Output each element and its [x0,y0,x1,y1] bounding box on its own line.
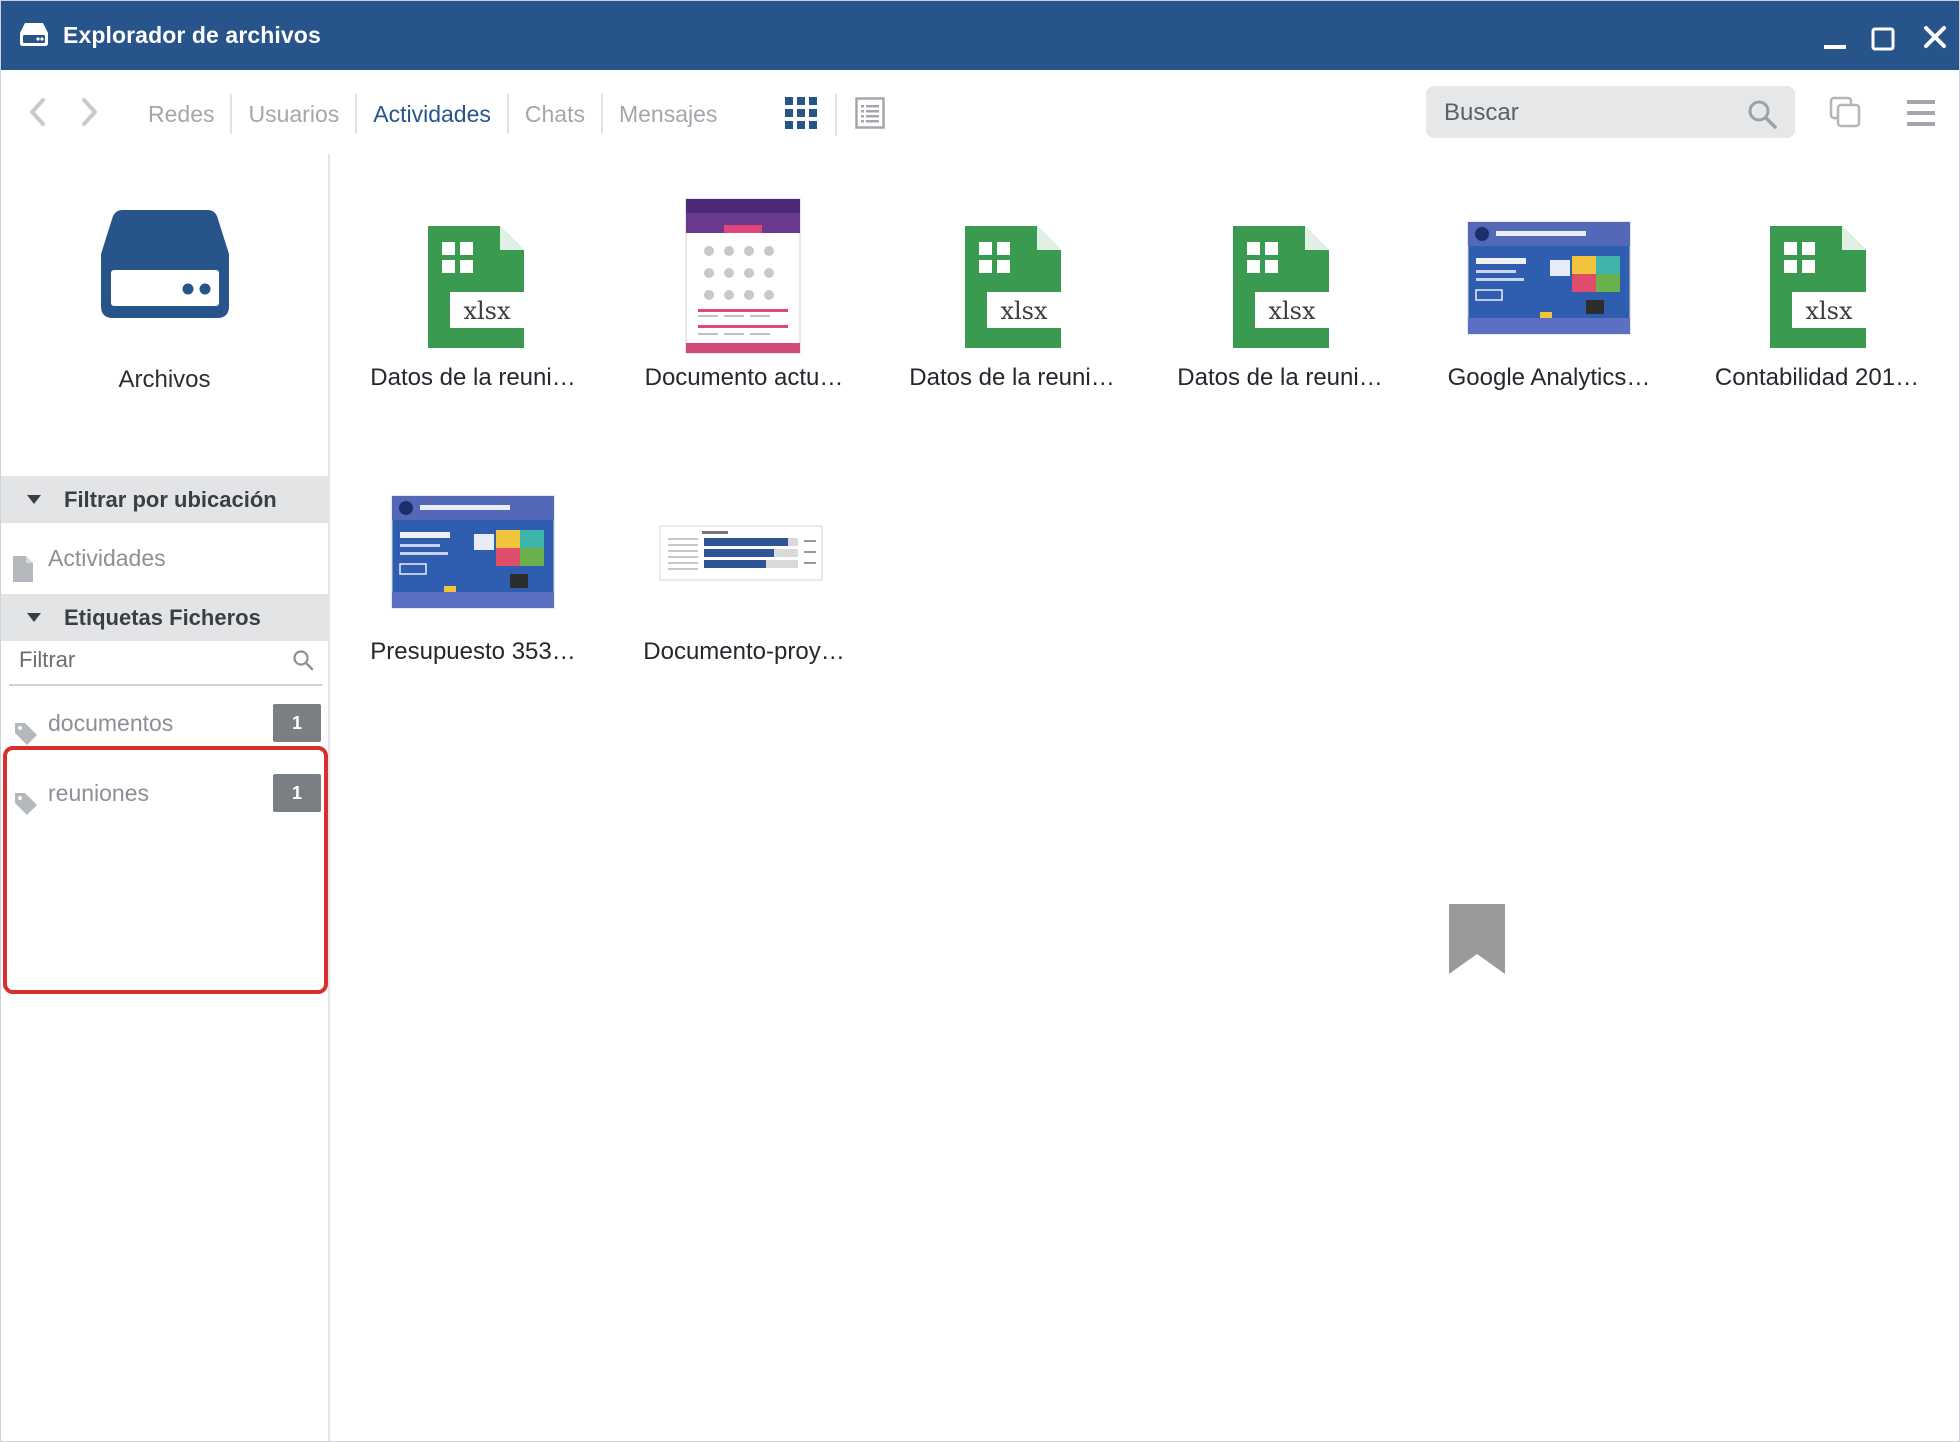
window-title: Explorador de archivos [63,22,321,48]
infographic-thumbnail-image [391,495,555,609]
tags-filter-box [9,636,322,686]
file-name: Datos de la reuni… [370,364,576,391]
file-thumbnail [343,428,603,628]
close-icon[interactable] [1923,25,1947,54]
drive-label[interactable]: Archivos [1,366,328,394]
xlsx-file-icon: xlsx [965,226,1061,348]
file-explorer-window: Explorador de archivos Redes Usuarios Ac… [0,0,1960,1442]
location-filter-header[interactable]: Filtrar por ubicación [1,476,328,523]
file-item[interactable]: Documento-proy… [614,428,874,678]
file-name: Google Analytics… [1447,364,1651,391]
svg-text:xlsx: xlsx [1000,297,1048,325]
file-item[interactable]: Presupuesto 353… [343,428,603,678]
file-thumbnail: xlsx [1687,154,1947,354]
file-thumbnail [1419,154,1679,354]
caret-down-icon [27,613,41,622]
tag-item-reuniones[interactable]: reuniones 1 [1,765,328,821]
back-arrow-icon[interactable] [27,97,49,132]
sidebar: Archivos Filtrar por ubicación Actividad… [1,154,330,1441]
file-thumbnail: xlsx [1150,154,1410,354]
caret-down-icon [27,495,41,504]
search-icon[interactable] [1747,99,1777,134]
section-tabs: Redes Usuarios Actividades Chats Mensaje… [132,92,733,136]
tags-filter-header[interactable]: Etiquetas Ficheros [1,594,328,641]
search-input[interactable] [1426,86,1746,140]
minimize-icon[interactable] [1824,31,1846,58]
file-thumbnail [614,154,874,354]
tab-actividades[interactable]: Actividades [357,94,509,134]
tab-mensajes[interactable]: Mensajes [603,94,733,134]
windows-icon[interactable] [1829,96,1861,133]
maximize-icon[interactable] [1871,27,1895,56]
tag-icon [13,781,39,837]
file-item[interactable]: xlsx Datos de la reuni… [343,154,603,404]
toolbar: Redes Usuarios Actividades Chats Mensaje… [1,70,1959,156]
view-separator [835,94,837,136]
tags-filter-title: Etiquetas Ficheros [64,605,261,630]
tab-usuarios[interactable]: Usuarios [232,94,358,134]
infographic-thumbnail-image [1467,221,1631,335]
xlsx-file-icon: xlsx [1770,226,1866,348]
menu-icon[interactable] [1907,100,1935,131]
file-thumbnail: xlsx [882,154,1142,354]
file-thumbnail: xlsx [343,154,603,354]
file-item[interactable]: xlsx Contabilidad 201… [1687,154,1947,404]
file-item[interactable]: Google Analytics… [1419,154,1679,404]
tab-redes[interactable]: Redes [132,94,233,134]
svg-text:xlsx: xlsx [1805,297,1853,325]
file-name: Datos de la reuni… [909,364,1115,391]
tag-icon [13,711,39,767]
poster-thumbnail-image [685,198,801,354]
tag-count-badge: 1 [273,774,321,812]
tab-chats[interactable]: Chats [509,94,603,134]
title-bar: Explorador de archivos [1,1,1959,70]
file-name: Presupuesto 353… [370,638,576,665]
svg-text:xlsx: xlsx [1268,297,1316,325]
tag-label: reuniones [48,780,150,806]
chart-thumbnail-image [659,525,823,581]
xlsx-file-icon: xlsx [428,226,524,348]
file-item[interactable]: xlsx Datos de la reuni… [882,154,1142,404]
bookmark-icon[interactable] [1449,904,1505,979]
list-view-icon[interactable] [855,97,885,134]
file-item[interactable]: xlsx Datos de la reuni… [1150,154,1410,404]
file-name: Contabilidad 201… [1714,364,1920,391]
tag-count-badge: 1 [273,704,321,742]
forward-arrow-icon[interactable] [78,97,100,132]
file-item[interactable]: Documento actu… [614,154,874,404]
tag-item-documentos[interactable]: documentos 1 [1,695,328,751]
search-icon[interactable] [292,649,314,676]
tags-filter-input[interactable] [9,636,281,684]
location-item-actividades[interactable]: Actividades [1,530,328,586]
search-box [1426,86,1795,140]
grid-view-icon[interactable] [785,97,817,134]
file-thumbnail [614,428,874,628]
tag-label: documentos [48,710,174,736]
location-item-label: Actividades [48,545,166,571]
file-name: Datos de la reuni… [1177,364,1383,391]
svg-text:xlsx: xlsx [463,297,511,325]
xlsx-file-icon: xlsx [1233,226,1329,348]
file-name: Documento-proy… [643,638,845,665]
location-filter-title: Filtrar por ubicación [64,487,277,512]
drive-icon [19,21,49,52]
file-name: Documento actu… [644,364,844,391]
file-grid: xlsx Datos de la reuni… Documento actu… … [330,154,1959,1441]
drive-icon[interactable] [98,206,232,325]
